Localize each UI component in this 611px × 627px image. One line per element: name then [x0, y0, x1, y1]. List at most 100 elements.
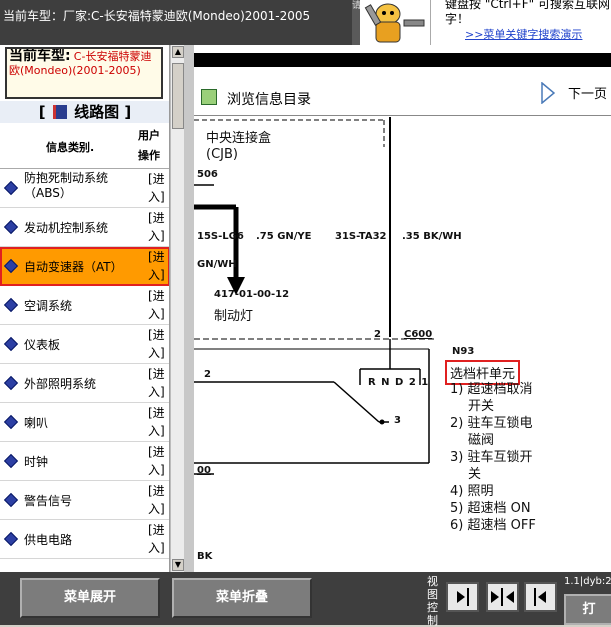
note-3: 3) 驻车互锁开	[450, 450, 533, 465]
item-name: 仪表板	[24, 338, 61, 352]
diagram-divider	[194, 115, 611, 116]
scroll-thumb[interactable]	[172, 63, 184, 129]
list-item-clock[interactable]: 时钟 [进入]	[0, 442, 169, 481]
diamond-icon	[3, 297, 19, 313]
cjb-code: (CJB)	[206, 147, 238, 162]
pin-2: 2	[374, 329, 381, 340]
col-user: 用户	[138, 129, 160, 142]
next-page-link[interactable]: 下一页	[568, 83, 607, 102]
connector-n93: N93	[452, 346, 475, 357]
wire-31s-ta32: 31S-TA32	[335, 231, 387, 242]
bracket-close: ]	[124, 103, 132, 121]
next-page-icon[interactable]	[541, 81, 556, 105]
search-demo-link[interactable]: >>菜单关键字搜索演示	[465, 26, 582, 42]
connector-506: 506	[197, 169, 218, 180]
item-name: 外部照明系统	[24, 377, 97, 391]
version-label: 1.1|dyb:2	[564, 576, 611, 587]
list-item-lighting[interactable]: 外部照明系统 [进入]	[0, 364, 169, 403]
arrow-right-bar-icon	[457, 588, 469, 606]
left-menu-panel: 当前车型: C-长安福特蒙迪欧(Mondeo)(2001-2005) [ 线路图…	[0, 45, 170, 572]
menu-collapse-button[interactable]: 菜单折叠	[172, 578, 312, 618]
browse-catalog-icon[interactable]	[201, 89, 217, 105]
wire-gn-wh: GN/WH	[197, 259, 237, 270]
connector-00: 00	[197, 465, 211, 476]
diamond-icon	[3, 492, 19, 508]
gear-positions: R N D 2 1	[368, 377, 430, 388]
diamond-icon	[3, 180, 19, 196]
enter-link[interactable]: [进入]	[148, 482, 168, 518]
model-label: 当前车型:	[9, 48, 71, 64]
diamond-icon	[3, 531, 19, 547]
view-right-button[interactable]	[446, 582, 479, 612]
list-item-at-selected[interactable]: 自动变速器（AT） [进入]	[0, 247, 169, 286]
left-scrollbar[interactable]: ▲ ▼	[170, 45, 184, 572]
pin-2b: 2	[204, 369, 211, 380]
view-center-button[interactable]	[486, 582, 519, 612]
top-banner: 当前车型：厂家:C-长安福特蒙迪欧(Mondeo)2001-2005 请 键盘按…	[0, 0, 611, 45]
item-name: 警告信号	[24, 494, 73, 508]
list-item-abs[interactable]: 防抱死制动系统（ABS） [进入]	[0, 169, 169, 208]
col-action: 操作	[138, 149, 160, 162]
enter-link[interactable]: [进入]	[148, 287, 168, 323]
enter-link[interactable]: [进入]	[148, 170, 168, 206]
wire-15s-spec: .75 GN/YE	[256, 231, 312, 242]
search-tip-box: 键盘按 "Ctrl+F" 可搜索互联网字！ >>菜单关键字搜索演示	[430, 0, 611, 45]
connector-c600: C600	[404, 329, 433, 340]
title-strip	[194, 53, 611, 67]
item-name: 自动变速器（AT）	[24, 260, 123, 274]
banner-separator: 请	[352, 0, 361, 45]
arrows-center-icon	[491, 588, 514, 606]
wiring-diagram: 中央连接盒 (CJB) 506 15S-LG6 .75 GN/YE 31S-TA…	[194, 117, 611, 572]
enter-link[interactable]: [进入]	[148, 326, 168, 362]
col-user-action: 用户 操作	[138, 126, 166, 166]
enter-link[interactable]: [进入]	[148, 209, 168, 245]
wire-bk: BK	[197, 551, 213, 562]
item-name: 防抱死制动系统（ABS）	[24, 171, 109, 200]
diamond-icon	[3, 375, 19, 391]
list-item-dashboard[interactable]: 仪表板 [进入]	[0, 325, 169, 364]
bracket-open: [	[38, 103, 46, 121]
pin-3: 3	[394, 415, 401, 426]
wire-15s-lg6: 15S-LG6	[197, 231, 244, 242]
item-name: 时钟	[24, 455, 49, 469]
list-item-power[interactable]: 供电电路 [进入]	[0, 520, 169, 559]
enter-link[interactable]: [进入]	[148, 521, 168, 557]
enter-link[interactable]: [进入]	[148, 248, 168, 284]
search-tip-text: 键盘按 "Ctrl+F" 可搜索互联网字！	[445, 0, 610, 26]
item-name: 喇叭	[24, 416, 49, 430]
note-6: 6) 超速档 OFF	[450, 518, 536, 533]
system-list: 防抱死制动系统（ABS） [进入] 发动机控制系统 [进入] 自动变速器（AT）…	[0, 169, 169, 559]
diamond-icon	[3, 258, 19, 274]
list-item-engine[interactable]: 发动机控制系统 [进入]	[0, 208, 169, 247]
item-name: 供电电路	[24, 533, 73, 547]
enter-link[interactable]: [进入]	[148, 443, 168, 479]
enter-link[interactable]: [进入]	[148, 404, 168, 440]
diamond-icon	[3, 336, 19, 352]
book-icon	[52, 105, 67, 119]
wire-31s-spec: .35 BK/WH	[402, 231, 462, 242]
reference-417: 417-01-00-12	[214, 289, 290, 300]
list-item-warning[interactable]: 警告信号 [进入]	[0, 481, 169, 520]
list-item-horn[interactable]: 喇叭 [进入]	[0, 403, 169, 442]
wiring-diagram-label: 线路图	[74, 103, 120, 121]
item-name: 发动机控制系统	[24, 221, 109, 235]
diamond-icon	[3, 453, 19, 469]
print-button[interactable]: 打	[564, 594, 611, 625]
bottom-toolbar: 菜单展开 菜单折叠 视图控制 1.1|dyb:2 打	[0, 572, 611, 627]
scroll-down-icon[interactable]: ▼	[172, 559, 184, 571]
content-panel: 浏览信息目录 下一页 中央连接盒 (CJB) 506 15S-LG6 .75 G…	[194, 45, 611, 572]
scroll-up-icon[interactable]: ▲	[172, 46, 184, 58]
current-model-box: 当前车型: C-长安福特蒙迪欧(Mondeo)(2001-2005)	[5, 47, 163, 99]
cjb-label: 中央连接盒	[206, 131, 272, 146]
arrow-left-bar-icon	[534, 588, 546, 606]
panel-gap	[184, 45, 194, 572]
list-item-ac[interactable]: 空调系统 [进入]	[0, 286, 169, 325]
view-control-label: 视图控制	[427, 575, 438, 627]
browse-catalog-link[interactable]: 浏览信息目录	[227, 89, 311, 109]
view-left-button[interactable]	[524, 582, 557, 612]
menu-expand-button[interactable]: 菜单展开	[20, 578, 160, 618]
enter-link[interactable]: [进入]	[148, 365, 168, 401]
wiring-diagram-header: [ 线路图 ]	[0, 101, 169, 123]
diamond-icon	[3, 414, 19, 430]
item-name: 空调系统	[24, 299, 73, 313]
